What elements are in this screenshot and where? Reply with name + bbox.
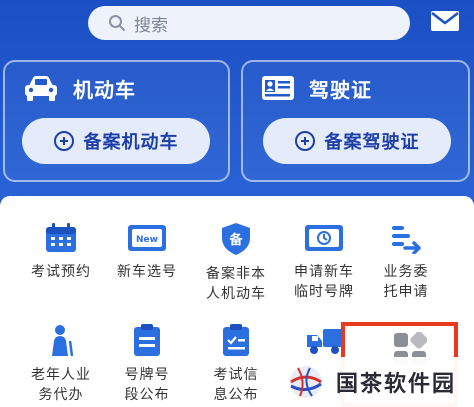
plus-icon	[53, 131, 74, 151]
service-label: 号牌号 段公布	[124, 367, 170, 403]
watermark: 国茶软件园	[268, 357, 474, 407]
checklist-icon	[223, 324, 249, 356]
car-icon	[25, 76, 57, 101]
service-elderly-proxy[interactable]: 老年人业 务代办	[16, 323, 106, 405]
register-license-label: 备案驾驶证	[324, 132, 420, 153]
new-plate-icon: New	[128, 225, 166, 251]
id-card-icon	[262, 76, 294, 100]
service-label: 申请新车 临时号牌	[294, 264, 354, 300]
search-input[interactable]: 搜索	[88, 6, 410, 40]
register-license-button[interactable]: 备案驾驶证	[263, 118, 451, 164]
mail-icon[interactable]	[430, 10, 460, 32]
license-card-title: 驾驶证	[309, 77, 372, 102]
clipboard-icon	[134, 324, 160, 356]
elderly-person-icon	[52, 325, 74, 357]
search-icon	[109, 15, 125, 31]
register-vehicle-label: 备案机动车	[83, 132, 179, 153]
plus-icon	[294, 131, 315, 151]
register-vehicle-button[interactable]: 备案机动车	[22, 118, 210, 164]
service-label: 备案非本 人机动车	[206, 266, 266, 302]
shield-icon: 备	[222, 223, 250, 255]
shield-badge: 备	[228, 232, 243, 248]
delegate-icon	[392, 226, 421, 254]
service-label: 业务委 托申请	[383, 264, 429, 300]
new-badge: New	[136, 235, 158, 245]
service-new-plate-select[interactable]: New 新车选号	[102, 222, 192, 282]
temp-plate-icon	[305, 225, 343, 251]
search-placeholder: 搜索	[134, 15, 168, 36]
license-card: 驾驶证 备案驾驶证	[241, 60, 470, 182]
service-plate-range[interactable]: 号牌号 段公布	[102, 323, 192, 405]
service-label: 考试预约	[31, 264, 91, 280]
truck-icon	[307, 329, 343, 354]
calendar-icon	[46, 223, 76, 252]
watermark-globe-icon	[290, 366, 322, 398]
service-label: 新车选号	[117, 264, 177, 280]
service-temp-plate[interactable]: 申请新车 临时号牌	[279, 222, 369, 302]
service-exam-booking[interactable]: 考试预约	[16, 222, 106, 282]
watermark-text: 国茶软件园	[336, 372, 457, 397]
service-delegation[interactable]: 业务委 托申请	[361, 222, 451, 302]
service-register-other-vehicle[interactable]: 备 备案非本 人机动车	[191, 222, 281, 304]
vehicle-card-title: 机动车	[73, 77, 136, 102]
service-label: 老年人业 务代办	[31, 367, 91, 403]
vehicle-card: 机动车 备案机动车	[3, 60, 230, 182]
